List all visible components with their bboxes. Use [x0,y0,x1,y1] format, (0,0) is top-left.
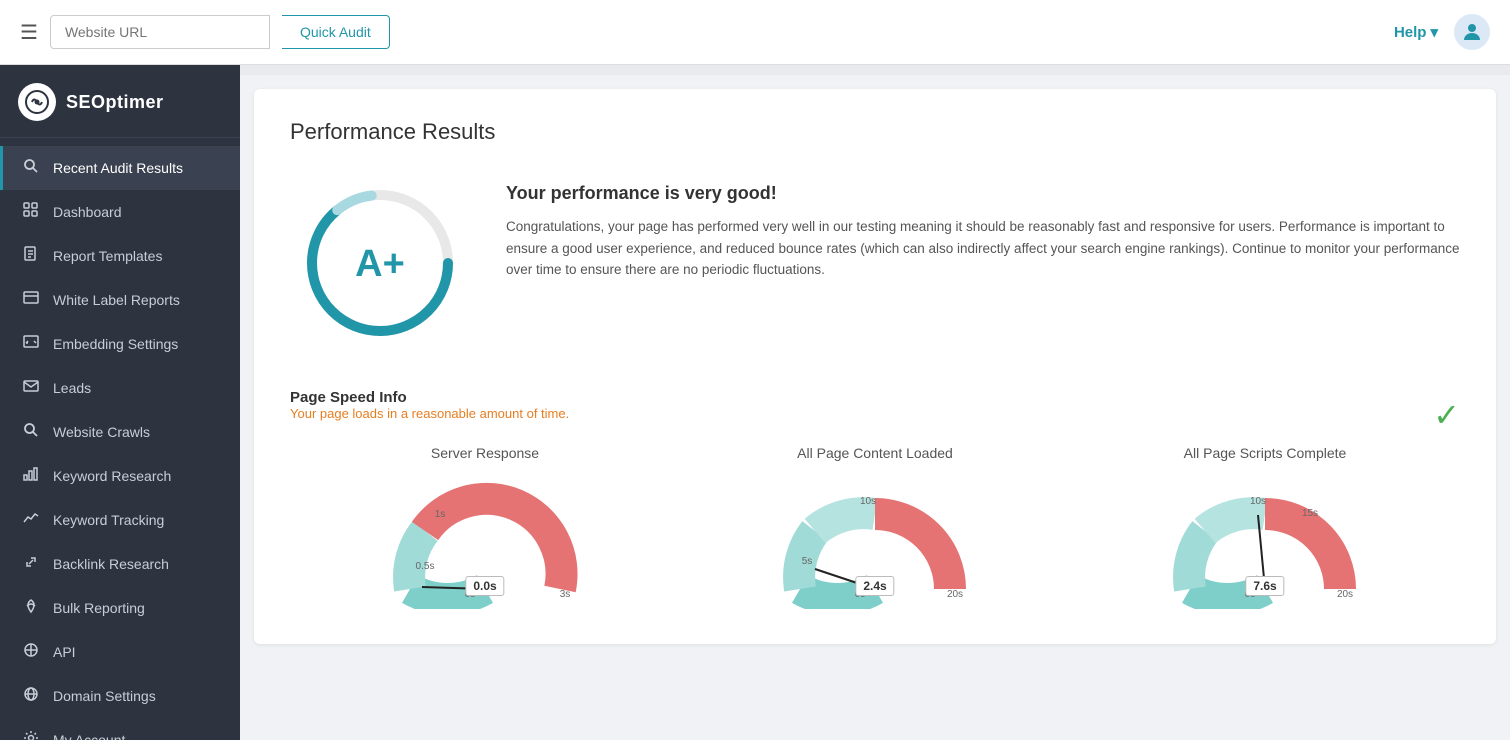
gauge-label: All Page Scripts Complete [1184,445,1347,461]
sidebar-item-leads[interactable]: Leads [0,366,240,410]
logo-text: SEOptimer [66,92,164,113]
sidebar-item-domain-settings[interactable]: Domain Settings [0,674,240,718]
sidebar-item-label: White Label Reports [53,292,180,308]
gauge-value: 7.6s [1245,576,1284,596]
svg-text:0.5s: 0.5s [416,561,435,572]
sidebar-item-embedding[interactable]: Embedding Settings [0,322,240,366]
search-input[interactable] [50,15,270,49]
gauge-value: 2.4s [855,576,894,596]
embedding-icon [21,334,41,354]
dashboard-icon [21,202,41,222]
performance-headline: Your performance is very good! [506,183,1460,204]
gauge-label: Server Response [431,445,539,461]
topbar-right: Help ▾ [1394,14,1490,50]
speed-title-block: Page Speed Info Your page loads in a rea… [290,389,569,441]
logo-icon [18,83,56,121]
help-arrow-icon: ▾ [1430,23,1438,41]
sidebar-item-label: Website Crawls [53,424,150,440]
sidebar: SEOptimer Recent Audit Results Dashboard… [0,65,240,740]
speed-section: Page Speed Info Your page loads in a rea… [290,389,1460,614]
svg-text:10s: 10s [1250,496,1266,507]
help-button[interactable]: Help ▾ [1394,23,1438,41]
layout: SEOptimer Recent Audit Results Dashboard… [0,65,1510,740]
topbar: ☰ Quick Audit Help ▾ [0,0,1510,65]
grade-circle: A+ [290,173,470,353]
sidebar-item-label: Report Templates [53,248,162,264]
keyword-research-icon [21,466,41,486]
sidebar-item-label: Keyword Research [53,468,171,484]
gauge-svg-wrap: 0s 10s 15s 20s 7.6s [1150,469,1380,614]
user-avatar[interactable] [1454,14,1490,50]
svg-text:5s: 5s [802,556,813,567]
quick-audit-button[interactable]: Quick Audit [282,15,390,49]
sidebar-item-label: Keyword Tracking [53,512,164,528]
backlink-icon [21,554,41,574]
sidebar-item-bulk-reporting[interactable]: Bulk Reporting [0,586,240,630]
crawl-icon [21,422,41,442]
sidebar-item-label: API [53,644,76,660]
sidebar-item-label: Embedding Settings [53,336,178,352]
gauge-content-loaded: All Page Content Loaded 0s [700,445,1051,614]
bulk-icon [21,598,41,618]
sidebar-item-label: Domain Settings [53,688,156,704]
report-icon [21,246,41,266]
sidebar-item-website-crawls[interactable]: Website Crawls [0,410,240,454]
gauge-value: 0.0s [465,576,504,596]
svg-text:3s: 3s [560,589,571,600]
svg-text:20s: 20s [947,589,963,600]
check-icon: ✓ [1433,396,1460,434]
white-label-icon [21,290,41,310]
sidebar-item-dashboard[interactable]: Dashboard [0,190,240,234]
sidebar-item-label: Leads [53,380,91,396]
performance-top: A+ Your performance is very good! Congra… [290,173,1460,353]
main-content: Performance Results A+ [240,65,1510,740]
sidebar-item-keyword-tracking[interactable]: Keyword Tracking [0,498,240,542]
performance-description: Your performance is very good! Congratul… [506,173,1460,281]
globe-icon [21,686,41,706]
svg-text:15s: 15s [1302,508,1318,519]
sidebar-item-label: Dashboard [53,204,122,220]
gauge-scripts-complete: All Page Scripts Complete 0s [1090,445,1441,614]
sidebar-item-label: Bulk Reporting [53,600,145,616]
help-label: Help [1394,24,1427,41]
sidebar-item-white-label[interactable]: White Label Reports [0,278,240,322]
keyword-tracking-icon [21,510,41,530]
gauge-label: All Page Content Loaded [797,445,953,461]
svg-text:20s: 20s [1337,589,1353,600]
search-icon [21,158,41,178]
sidebar-logo: SEOptimer [0,65,240,138]
sidebar-item-my-account[interactable]: My Account [0,718,240,740]
hamburger-icon[interactable]: ☰ [20,20,38,45]
sidebar-item-label: Backlink Research [53,556,169,572]
gauge-svg-wrap: 0s 0.5s 1s 3s 0.0s [370,469,600,614]
sidebar-item-api[interactable]: API [0,630,240,674]
sidebar-item-label: Recent Audit Results [53,160,183,176]
gear-icon [21,730,41,740]
performance-card: Performance Results A+ [254,89,1496,644]
gauge-svg-wrap: 0s 10s 20s 5s 2.4s [760,469,990,614]
sidebar-item-keyword-research[interactable]: Keyword Research [0,454,240,498]
sidebar-item-backlink-research[interactable]: Backlink Research [0,542,240,586]
api-icon [21,642,41,662]
svg-text:10s: 10s [860,496,876,507]
svg-text:1s: 1s [435,509,446,520]
svg-text:A+: A+ [355,243,405,285]
gauge-server-response: Server Response 0s 0. [310,445,661,614]
speed-title: Page Speed Info [290,389,569,406]
sidebar-item-recent-audit[interactable]: Recent Audit Results [0,146,240,190]
page-title: Performance Results [290,119,1460,145]
speed-header: Page Speed Info Your page loads in a rea… [290,389,1460,441]
sidebar-item-report-templates[interactable]: Report Templates [0,234,240,278]
speed-subtitle: Your page loads in a reasonable amount o… [290,406,569,421]
sidebar-navigation: Recent Audit Results Dashboard Report Te… [0,138,240,740]
sidebar-item-label: My Account [53,732,125,740]
performance-body: Congratulations, your page has performed… [506,216,1460,281]
leads-icon [21,378,41,398]
topbar-left: ☰ Quick Audit [20,15,390,49]
gauges-container: Server Response 0s 0. [290,445,1460,614]
